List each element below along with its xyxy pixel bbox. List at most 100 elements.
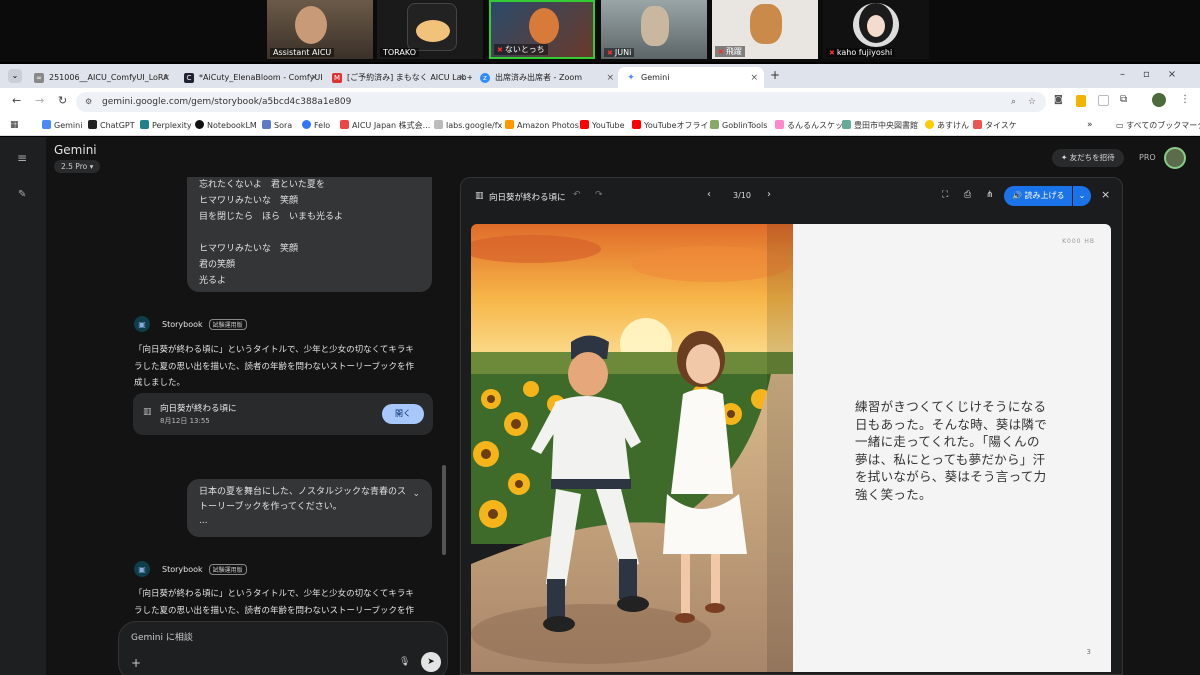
forward-arrow-icon[interactable]: → <box>35 94 44 107</box>
more-menu-icon[interactable]: ⋮ <box>1180 94 1190 105</box>
next-page-icon[interactable]: › <box>767 189 771 200</box>
story-text: 練習がきつくてくじけそうになる 日もあった。そんな時、葵は隣で 一緒に走ってくれ… <box>855 399 1048 502</box>
bookmark-item[interactable]: Perplexity <box>140 120 192 130</box>
share-icon[interactable]: ⋔ <box>986 190 994 200</box>
tab-search-icon[interactable]: ⌄ <box>8 69 22 83</box>
chat-scrollbar[interactable] <box>442 465 446 555</box>
gem-name: Storybook <box>162 319 203 329</box>
zoom-magnifier-icon[interactable]: ⌕ <box>1011 92 1016 112</box>
participant-name: ✖ ないとっち <box>494 44 548 55</box>
redo-icon[interactable]: ↷ <box>595 190 603 200</box>
undo-icon[interactable]: ↶ <box>573 190 581 200</box>
side-rail: ≡ ✎ <box>0 137 46 675</box>
lyric-line: 君の笑顔 <box>199 260 236 270</box>
extension-icon[interactable] <box>1098 95 1109 106</box>
back-arrow-icon[interactable]: ← <box>12 94 21 107</box>
participant-tile[interactable]: TORAKO <box>377 0 483 59</box>
participant-tile[interactable]: Assistant AICU <box>267 0 373 59</box>
send-icon[interactable]: ➤ <box>421 652 441 672</box>
chevron-down-icon: ▾ <box>89 162 94 171</box>
bookmark-item[interactable]: るんるんスケッチ <box>775 120 851 131</box>
fullscreen-icon[interactable]: ⛶ <box>942 190 948 200</box>
bookmark-item[interactable]: YouTube <box>580 120 625 130</box>
address-bar[interactable]: ⚙ gemini.google.com/gem/storybook/a5bcd4… <box>76 92 1046 112</box>
all-bookmarks-folder[interactable]: ▭ すべてのブックマーク <box>1116 120 1200 131</box>
experimental-badge: 試験運用版 <box>208 318 247 330</box>
lyric-line: 目を閉じたら ほら いまも光るよ <box>199 212 344 222</box>
bookmark-item[interactable]: labs.google/fx <box>434 120 502 130</box>
voice-options-chevron-icon[interactable]: ⌄ <box>1073 186 1091 206</box>
microphone-icon[interactable]: 🎙 <box>399 657 410 667</box>
bookmark-item[interactable]: Amazon Photos <box>505 120 579 130</box>
model-selector[interactable]: 2.5 Pro ▾ <box>54 160 101 173</box>
participant-avatar <box>407 3 457 51</box>
bookmark-item[interactable]: タイスケ <box>973 120 1017 131</box>
expand-chevron-icon[interactable]: ⌄ <box>412 487 420 502</box>
site-info-icon[interactable]: ⚙ <box>85 92 92 112</box>
perplexity-icon <box>140 120 149 129</box>
bookmark-item[interactable]: Felo <box>302 120 330 130</box>
read-aloud-button[interactable]: 🔊 読み上げる <box>1004 186 1072 206</box>
bookmark-item[interactable]: ChatGPT <box>88 120 135 130</box>
tab-gmail[interactable]: M [ご予約済み] まもなく AICU Lab+ × <box>324 67 472 88</box>
close-tab-icon[interactable]: × <box>162 73 170 83</box>
participant-tile[interactable]: ✖ ないとっち <box>489 0 595 59</box>
lyric-line: 忘れたくないよ 君といた夏を <box>199 180 325 190</box>
page-number: 3 <box>1086 648 1091 656</box>
sketch-icon <box>775 120 784 129</box>
tab-zoom[interactable]: z 出席済み出席者 - Zoom × <box>472 67 620 88</box>
bookmark-item[interactable]: AICU Japan 株式会... <box>340 120 430 131</box>
menu-icon[interactable]: ≡ <box>17 151 27 165</box>
bookmark-star-icon[interactable]: ☆ <box>1028 92 1036 112</box>
new-chat-icon[interactable]: ✎ <box>18 189 26 200</box>
add-plus-icon[interactable]: + <box>131 656 141 670</box>
window-controls[interactable]: –▫× <box>1120 69 1194 80</box>
camera-icon[interactable]: ◙ <box>1054 95 1063 105</box>
page-corner-mark: K000 HB <box>1062 238 1095 245</box>
bookmark-item[interactable]: NotebookLM <box>195 120 257 130</box>
close-tab-icon[interactable]: × <box>458 73 466 83</box>
profile-avatar[interactable] <box>1152 93 1166 107</box>
bookmark-item[interactable]: Sora <box>262 120 292 130</box>
bookmark-item[interactable]: Gemini <box>42 120 82 130</box>
more-bookmarks-icon[interactable]: » <box>1087 120 1093 130</box>
apps-grid-icon[interactable]: ▦ <box>10 120 19 130</box>
reload-icon[interactable]: ↻ <box>58 94 67 107</box>
bookmark-item[interactable]: YouTubeオフライン <box>632 120 717 131</box>
invite-friends-button[interactable]: ✦ 友だちを招待 <box>1052 149 1124 167</box>
participant-name: Assistant AICU <box>270 48 335 57</box>
bookmark-item[interactable]: 豊田市中央図書館 <box>842 120 918 131</box>
gemini-app: ≡ ✎ Gemini 2.5 Pro ▾ ✦ 友だちを招待 PRO 忘れたくない… <box>0 137 1200 675</box>
new-tab-button[interactable]: + <box>770 68 780 82</box>
bookmark-item[interactable]: あすけん <box>925 120 969 131</box>
gemini-icon <box>42 120 51 129</box>
print-icon[interactable]: ⎙ <box>964 190 971 200</box>
prompt-input[interactable]: Gemini に相談 + 🎙 ➤ <box>118 621 448 675</box>
book-icon: ▥ <box>143 407 152 417</box>
close-tab-icon[interactable]: × <box>750 73 758 83</box>
comfyui-icon: C <box>184 72 194 83</box>
goblin-icon <box>710 120 719 129</box>
illustration-svg <box>471 224 793 672</box>
tab-gemini[interactable]: ✦ Gemini × <box>618 67 764 88</box>
participant-name: ✖ JUNi <box>604 48 635 57</box>
notebooklm-icon <box>195 120 204 129</box>
close-tab-icon[interactable]: × <box>606 73 614 83</box>
close-icon[interactable]: × <box>1101 188 1110 201</box>
previous-page-icon[interactable]: ‹ <box>707 189 711 200</box>
tab-comfyui-lora[interactable]: ∞ 251006__AICU_ComfyUI_LoRA × <box>26 67 176 88</box>
extension-icon[interactable] <box>1076 95 1086 107</box>
prompt-placeholder: Gemini に相談 <box>131 633 193 643</box>
card-title: 向日葵が終わる頃に <box>160 404 237 414</box>
url-text: gemini.google.com/gem/storybook/a5bcd4c3… <box>102 97 352 107</box>
participant-tile[interactable]: ✖ JUNi <box>601 0 707 59</box>
close-tab-icon[interactable]: × <box>310 73 318 83</box>
participant-tile[interactable]: ✖ 飛躍 <box>712 0 818 59</box>
bookmark-item[interactable]: GoblinTools <box>710 120 767 130</box>
user-avatar[interactable] <box>1164 147 1186 169</box>
open-button[interactable]: 開く <box>382 404 424 424</box>
storybook-card[interactable]: ▥ 向日葵が終わる頃に 8月12日 13:55 開く <box>133 393 433 435</box>
tab-comfyui-elena[interactable]: C *AiCuty_ElenaBloom - ComfyUI × <box>176 67 324 88</box>
extensions-puzzle-icon[interactable]: ⧉ <box>1120 94 1127 105</box>
participant-tile[interactable]: ✖ kaho fujiyoshi <box>823 0 929 59</box>
